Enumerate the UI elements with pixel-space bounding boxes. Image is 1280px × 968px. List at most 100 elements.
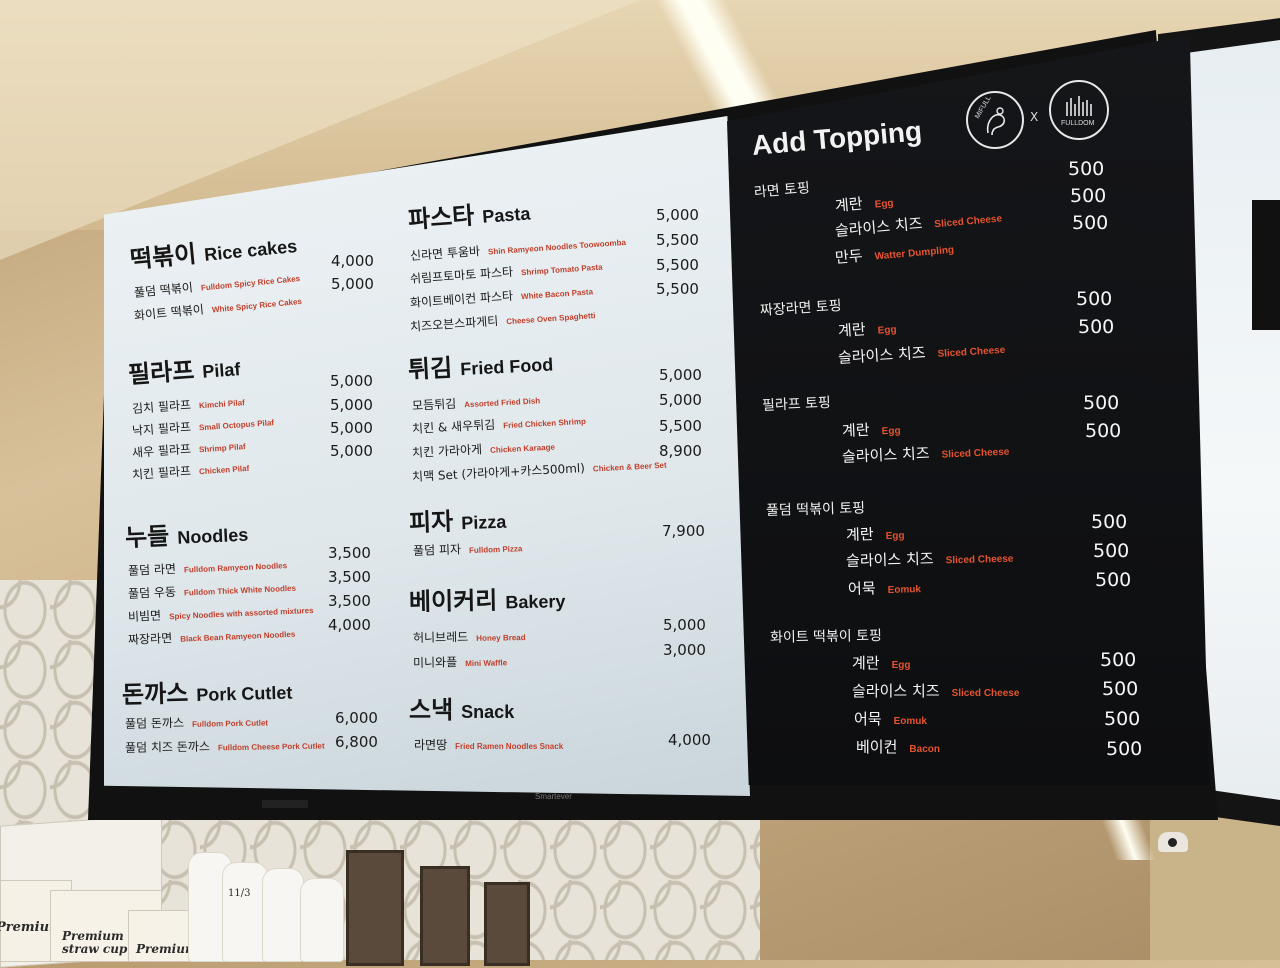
item-price: 4,000 bbox=[331, 252, 374, 270]
item-price: 8,900 bbox=[659, 442, 702, 460]
item-name: 김치 필라프 bbox=[131, 397, 192, 416]
item-name-en: Chicken & Beer Set bbox=[592, 460, 667, 474]
section-title-ko: 피자 bbox=[408, 507, 454, 537]
section-title-ko: 필라프 bbox=[127, 356, 196, 389]
counter-shelf: Premium Premium straw cup Premium 11/3 bbox=[0, 814, 560, 968]
section-title-en: Pork Cutlet bbox=[196, 682, 293, 706]
item-price: 3,500 bbox=[328, 568, 371, 586]
item-name: 낙지 필라프 bbox=[131, 419, 192, 438]
item-name-en: Fulldom Ramyeon Noodles bbox=[183, 561, 288, 575]
item-price: 7,900 bbox=[662, 522, 705, 540]
topping-name: 슬라이스 치즈 bbox=[845, 549, 934, 570]
topping-item: 계란 Egg bbox=[842, 417, 901, 441]
item-price: 4,000 bbox=[328, 616, 371, 634]
topping-name-en: Sliced Cheese bbox=[937, 344, 1006, 360]
menu-item: 풀덤 돈까스 Fulldom Pork Cutlet bbox=[125, 711, 268, 732]
topping-group-title: 필라프 토핑 bbox=[761, 395, 832, 414]
section-title-en: Fried Food bbox=[459, 354, 554, 380]
section-title-en: Bakery bbox=[505, 591, 566, 613]
topping-price: 500 bbox=[1070, 185, 1107, 207]
topping-name: 만두 bbox=[834, 246, 864, 267]
topping-name-en: Egg bbox=[891, 660, 911, 671]
item-name: 풀덤 라면 bbox=[127, 561, 177, 578]
item-name: 미니와플 bbox=[412, 655, 458, 670]
topping-price: 500 bbox=[1091, 511, 1128, 533]
topping-price: 500 bbox=[1100, 649, 1137, 671]
peacock-icon bbox=[986, 107, 1006, 136]
topping-name: 계란 bbox=[845, 525, 874, 544]
topping-name: 슬라이스 치즈 bbox=[841, 444, 930, 466]
topping-price: 500 bbox=[1106, 738, 1143, 760]
item-price: 5,500 bbox=[656, 231, 699, 249]
item-name: 풀덤 치즈 돈까스 bbox=[124, 739, 211, 755]
topping-name: 베이컨 bbox=[856, 738, 898, 756]
bottle bbox=[300, 878, 344, 962]
section-bakery: 베이커리 Bakery bbox=[409, 579, 566, 617]
mifull-logo bbox=[966, 91, 1024, 149]
topping-item: 계란 Egg bbox=[837, 316, 897, 341]
item-name-en: Chicken Karaage bbox=[489, 442, 556, 455]
logo-x: X bbox=[1030, 110, 1039, 124]
item-name-en: Fried Chicken Shrimp bbox=[503, 416, 587, 431]
topping-name: 어묵 bbox=[847, 579, 876, 598]
menu-item: 라면땅 Fried Ramen Noodles Snack bbox=[414, 734, 563, 753]
item-price: 3,500 bbox=[328, 544, 371, 562]
topping-price: 500 bbox=[1095, 569, 1132, 591]
topping-name-en: Egg bbox=[874, 197, 895, 211]
item-price: 5,500 bbox=[656, 256, 699, 274]
item-name-en: Fulldom Cheese Pork Cutlet bbox=[217, 741, 325, 753]
menu-stand-frame bbox=[346, 850, 404, 966]
section-pork-cutlet: 돈까스 Pork Cutlet bbox=[122, 671, 293, 710]
topping-name: 계란 bbox=[834, 194, 864, 215]
bottle-label: 11/3 bbox=[228, 888, 251, 899]
item-name: 새우 필라프 bbox=[131, 441, 192, 460]
item-name: 치킨 가라아게 bbox=[411, 442, 483, 460]
building-icon bbox=[1066, 96, 1092, 116]
topping-name-en: Sliced Cheese bbox=[941, 446, 1010, 461]
topping-price: 500 bbox=[1078, 316, 1115, 338]
item-price: 5,500 bbox=[656, 280, 699, 298]
item-price: 5,000 bbox=[330, 442, 373, 460]
topping-price: 500 bbox=[1102, 678, 1139, 700]
item-name: 풀덤 돈까스 bbox=[124, 715, 185, 731]
tv-stand bbox=[262, 800, 308, 808]
item-name: 비빔면 bbox=[127, 608, 162, 624]
item-price: 3,000 bbox=[663, 641, 706, 659]
item-price: 5,000 bbox=[331, 275, 374, 293]
item-price: 5,500 bbox=[659, 417, 702, 435]
item-price: 5,000 bbox=[330, 396, 373, 414]
topping-name-en: Egg bbox=[877, 324, 897, 337]
item-name: 치킨 필라프 bbox=[131, 463, 192, 482]
topping-name-en: Sliced Cheese bbox=[945, 553, 1014, 567]
menu-stand-frame bbox=[484, 882, 530, 966]
item-price: 6,000 bbox=[335, 709, 378, 727]
topping-price: 500 bbox=[1104, 708, 1141, 730]
section-title-ko: 베이커리 bbox=[408, 586, 498, 616]
topping-name-en: Egg bbox=[885, 530, 905, 542]
item-price: 5,000 bbox=[659, 391, 702, 409]
item-name-en: Assorted Fried Dish bbox=[464, 396, 541, 410]
section-snack: 스낵 Snack bbox=[409, 690, 514, 725]
topping-item: 슬라이스 치즈 Sliced Cheese bbox=[846, 546, 1014, 571]
topping-item: 슬라이스 치즈 Sliced Cheese bbox=[852, 680, 1019, 701]
menu-item: 풀덤 피자 Fulldom Pizza bbox=[413, 536, 523, 559]
section-title-ko: 떡볶이 bbox=[128, 239, 198, 274]
menu-item: 풀덤 치즈 돈까스 Fulldom Cheese Pork Cutlet bbox=[125, 734, 325, 756]
topping-name: 계란 bbox=[852, 654, 880, 672]
section-title-ko: 스낵 bbox=[409, 696, 454, 724]
section-title-ko: 튀김 bbox=[407, 353, 453, 384]
topping-name-en: Eomuk bbox=[887, 584, 922, 596]
topping-price: 500 bbox=[1085, 420, 1122, 442]
topping-price: 500 bbox=[1093, 540, 1130, 562]
section-title-ko: 파스타 bbox=[407, 201, 476, 234]
item-price: 3,500 bbox=[328, 592, 371, 610]
second-tv-dark-panel bbox=[1252, 200, 1280, 330]
item-name-en: Fulldom Pizza bbox=[468, 544, 523, 556]
fulldom-logo bbox=[1049, 80, 1109, 140]
bottle bbox=[262, 868, 304, 962]
item-price: 5,000 bbox=[659, 366, 702, 384]
item-name-en: Fried Ramen Noodles Snack bbox=[455, 742, 564, 751]
topping-price: 500 bbox=[1076, 288, 1113, 310]
item-name: 라면땅 bbox=[414, 738, 448, 752]
section-title-en: Pizza bbox=[460, 511, 507, 534]
